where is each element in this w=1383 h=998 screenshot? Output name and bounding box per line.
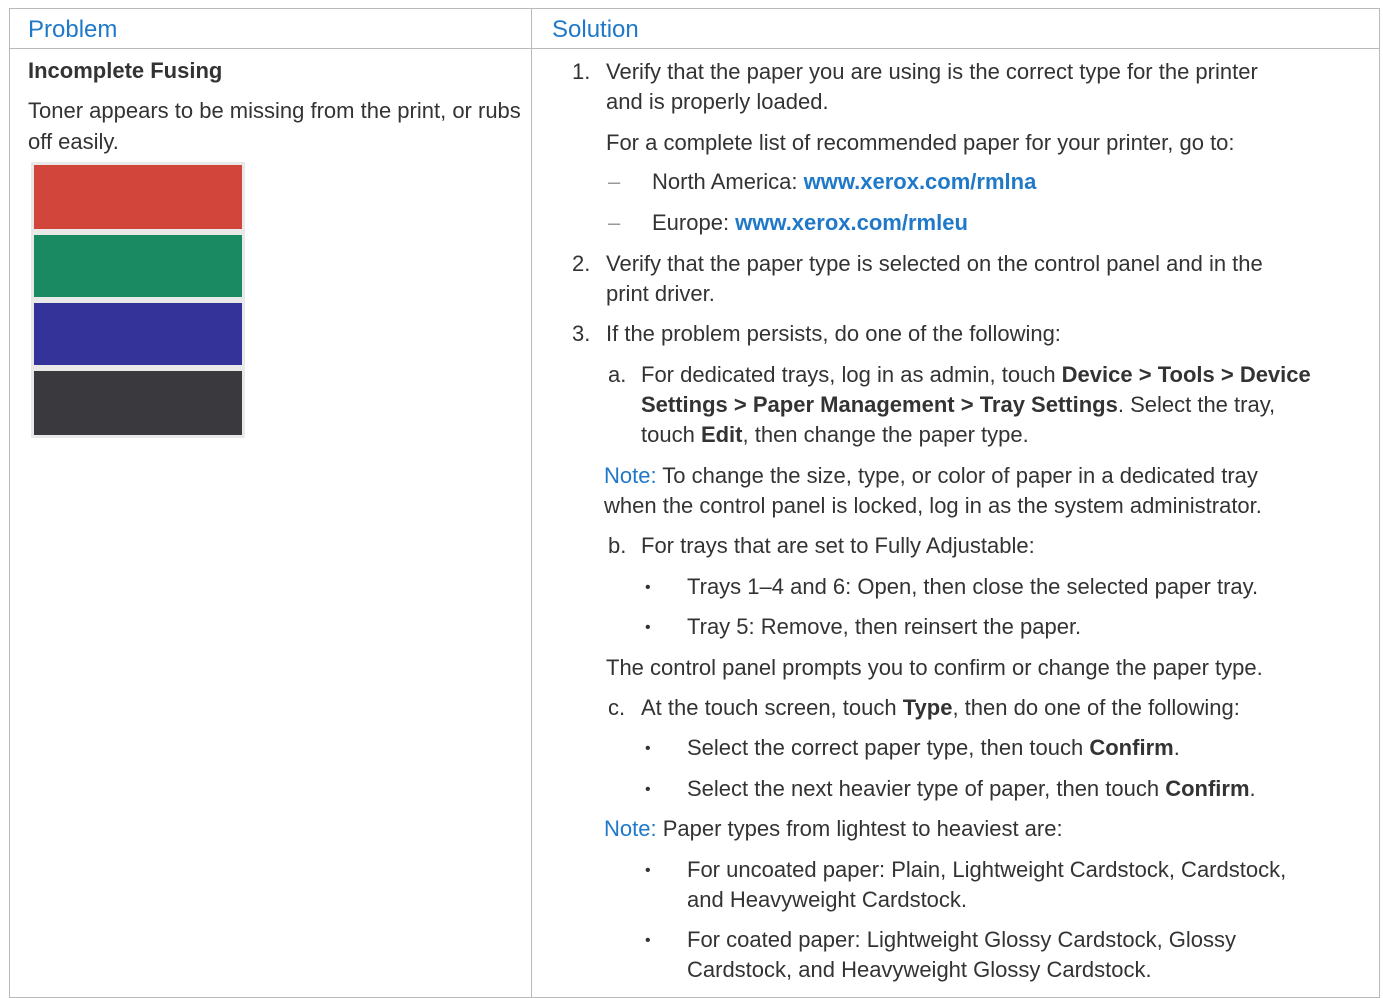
- problem-header: Problem: [28, 16, 118, 43]
- device-settings-menu: Device: [1239, 362, 1311, 387]
- paper-types-bullet-2-line-2: Cardstock, and Heavyweight Glossy Cardst…: [687, 957, 1152, 982]
- red-band: [34, 165, 242, 229]
- tools-menu: Tools: [1157, 362, 1215, 387]
- device-settings-menu: Settings: [641, 392, 728, 417]
- step-2-line-1: Verify that the paper type is selected o…: [606, 251, 1263, 276]
- menu-separator: >: [1132, 362, 1158, 387]
- substep-c-label: c.: [608, 695, 626, 720]
- substep-b-line-1: For trays that are set to Fully Adjustab…: [641, 533, 1035, 558]
- blue-band: [34, 303, 242, 365]
- column-divider: [531, 8, 532, 998]
- europe-label: Europe:: [652, 210, 736, 235]
- substep-a-text: . Select the tray,: [1117, 392, 1276, 417]
- north-america-link[interactable]: www.xerox.com/rmlna: [804, 169, 1037, 194]
- solution-header: Solution: [552, 16, 639, 43]
- step-2-number: 2.: [572, 251, 591, 276]
- problem-description: Toner appears to be missing from the pri…: [28, 98, 521, 154]
- step-1-list-intro: For a complete list of recommended paper…: [606, 130, 1235, 155]
- dash-marker: –: [608, 210, 621, 235]
- substep-a-text: touch: [641, 422, 701, 447]
- note-1-text: To change the size, type, or color of pa…: [656, 463, 1258, 488]
- step-3-line-1: If the problem persists, do one of the f…: [606, 321, 1061, 346]
- confirm-button-label: Confirm: [1165, 776, 1250, 801]
- bullet-marker: •: [645, 932, 651, 949]
- problem-title: Incomplete Fusing: [28, 58, 223, 83]
- substep-c-text: , then do one of the following:: [952, 695, 1240, 720]
- substep-a-line-2: Settings > Paper Management > Tray Setti…: [641, 390, 1275, 420]
- bullet-marker: •: [645, 740, 651, 757]
- step-2-line-2: print driver.: [606, 281, 715, 306]
- paper-management-menu: Paper Management: [752, 392, 955, 417]
- substep-b-label: b.: [608, 533, 627, 558]
- green-band: [34, 235, 242, 297]
- substep-a-text: , then change the paper type.: [742, 422, 1029, 447]
- paper-types-bullet-1-line-1: For uncoated paper: Plain, Lightweight C…: [687, 857, 1287, 882]
- substep-c-bullet-text: Select the correct paper type, then touc…: [687, 735, 1090, 760]
- menu-separator: >: [1214, 362, 1240, 387]
- period: .: [1249, 776, 1256, 801]
- note-2-line-1: Note: Paper types from lightest to heavi…: [604, 814, 1063, 844]
- header-divider: [9, 48, 1380, 49]
- note-1-line-2: when the control panel is locked, log in…: [604, 493, 1262, 518]
- substep-c-bullet-1: Select the correct paper type, then touc…: [687, 733, 1180, 763]
- paper-types-bullet-1-line-2: and Heavyweight Cardstock.: [687, 887, 968, 912]
- note-1-line-1: Note: To change the size, type, or color…: [604, 461, 1258, 491]
- substep-c-bullet-2: Select the next heavier type of paper, t…: [687, 774, 1256, 804]
- step-3-number: 3.: [572, 321, 591, 346]
- substep-a-text: For dedicated trays, log in as admin, to…: [641, 362, 1062, 387]
- substep-a-line-1: For dedicated trays, log in as admin, to…: [641, 360, 1311, 390]
- device-menu: Device: [1061, 362, 1133, 387]
- step-1-number: 1.: [572, 59, 591, 84]
- north-america-item: North America: www.xerox.com/rmlna: [652, 167, 1036, 197]
- bullet-marker: •: [645, 579, 651, 596]
- step-1-line-1: Verify that the paper you are using is t…: [606, 59, 1258, 84]
- black-band: [34, 371, 242, 435]
- edit-button-label: Edit: [700, 422, 743, 447]
- print-sample-image: [31, 162, 245, 438]
- tray-settings-menu: Tray Settings: [979, 392, 1118, 417]
- europe-item: Europe: www.xerox.com/rmleu: [652, 208, 968, 238]
- type-button-label: Type: [902, 695, 953, 720]
- substep-c-text: At the touch screen, touch: [641, 695, 903, 720]
- substep-c-line-1: At the touch screen, touch Type, then do…: [641, 693, 1240, 723]
- step-1-line-2: and is properly loaded.: [606, 89, 829, 114]
- menu-separator: >: [727, 392, 753, 417]
- menu-separator: >: [954, 392, 980, 417]
- substep-b-bullet-2: Tray 5: Remove, then reinsert the paper.: [687, 614, 1082, 639]
- substep-b-after: The control panel prompts you to confirm…: [606, 655, 1263, 680]
- bullet-marker: •: [645, 781, 651, 798]
- paper-types-bullet-2-line-1: For coated paper: Lightweight Glossy Car…: [687, 927, 1237, 952]
- dash-marker: –: [608, 169, 621, 194]
- substep-b-bullet-1: Trays 1–4 and 6: Open, then close the se…: [687, 574, 1259, 599]
- note-label: Note:: [604, 463, 657, 488]
- bullet-marker: •: [645, 862, 651, 879]
- europe-link[interactable]: www.xerox.com/rmleu: [735, 210, 968, 235]
- period: .: [1173, 735, 1180, 760]
- note-2-text: Paper types from lightest to heaviest ar…: [656, 816, 1063, 841]
- north-america-label: North America:: [652, 169, 804, 194]
- confirm-button-label: Confirm: [1089, 735, 1174, 760]
- substep-a-label: a.: [608, 362, 627, 387]
- substep-a-line-3: touch Edit, then change the paper type.: [641, 420, 1029, 450]
- note-label: Note:: [604, 816, 657, 841]
- bullet-marker: •: [645, 619, 651, 636]
- substep-c-bullet-text: Select the next heavier type of paper, t…: [687, 776, 1166, 801]
